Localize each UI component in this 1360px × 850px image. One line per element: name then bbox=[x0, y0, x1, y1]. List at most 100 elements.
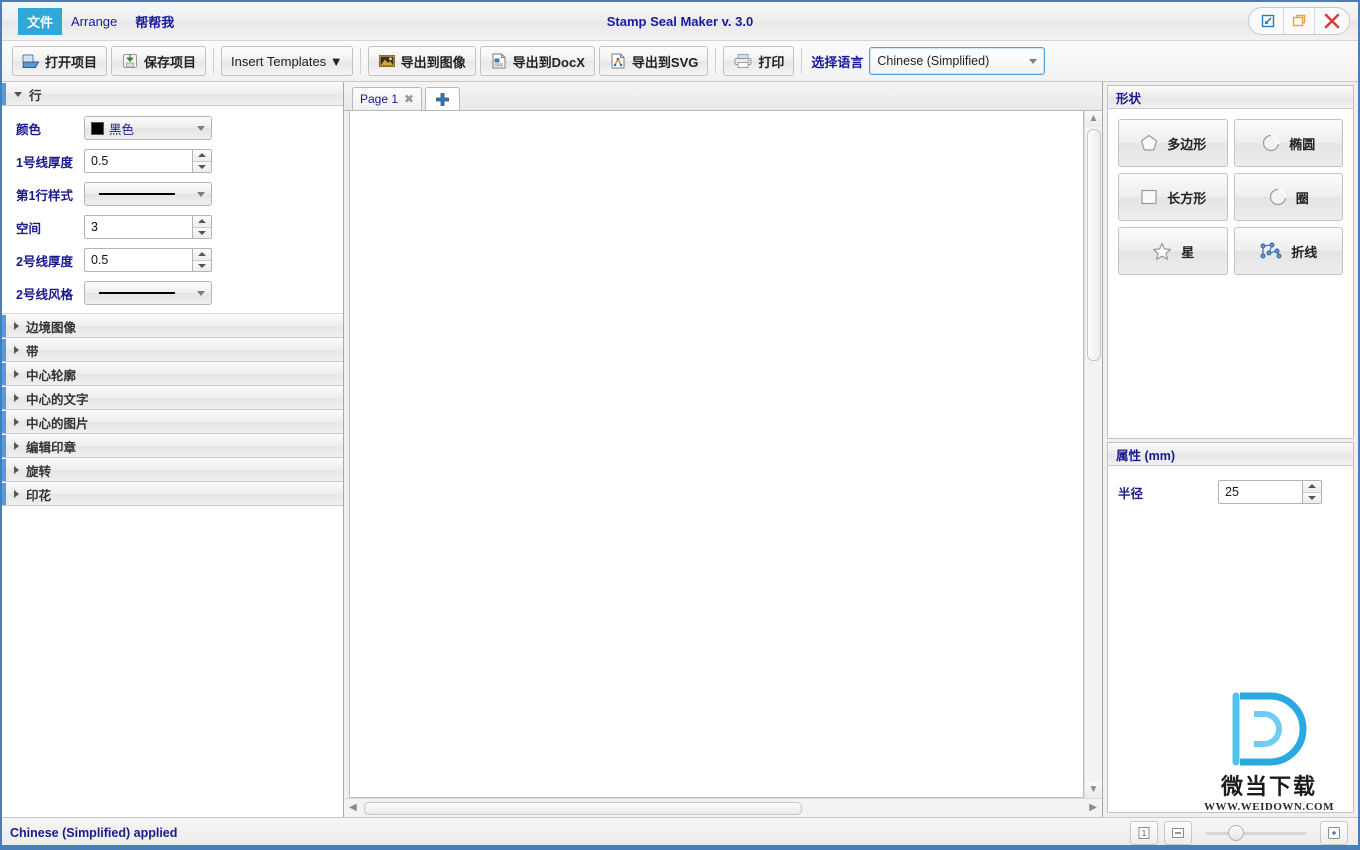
accordion-header-band[interactable]: 带 bbox=[2, 338, 343, 362]
shapes-grid: 多边形 椭圆 长方形 圈 星 折线 bbox=[1108, 109, 1353, 285]
spin-down-button[interactable] bbox=[193, 161, 211, 172]
status-bar: Chinese (Simplified) applied 1 bbox=[2, 817, 1358, 848]
line2-thickness-stepper[interactable]: 0.5 bbox=[84, 248, 212, 272]
actual-size-button[interactable]: 1 bbox=[1130, 821, 1158, 845]
chevron-right-icon bbox=[14, 490, 19, 498]
zoom-reset-button[interactable] bbox=[1320, 821, 1348, 845]
chevron-right-icon bbox=[14, 322, 19, 330]
vertical-scroll-thumb[interactable] bbox=[1086, 129, 1101, 361]
line2-style-select[interactable] bbox=[84, 281, 212, 305]
maximize-button[interactable] bbox=[1284, 8, 1315, 34]
accordion-body-line: 颜色 黑色 1号线厚度 0.5 第1行样式 空间 3 2号线厚度 0.5 2号线… bbox=[2, 106, 343, 314]
shape-circle-button[interactable]: 圈 bbox=[1233, 173, 1343, 221]
minimize-arrow-icon bbox=[1261, 14, 1275, 28]
page-one-icon: 1 bbox=[1138, 827, 1150, 839]
chevron-down-icon bbox=[197, 191, 205, 197]
chevron-down-icon bbox=[197, 125, 205, 131]
color-select[interactable]: 黑色 bbox=[84, 116, 212, 140]
window-bottom-accent bbox=[2, 845, 1358, 848]
form-row-line1-thickness: 1号线厚度 0.5 bbox=[16, 147, 333, 175]
plus-icon bbox=[436, 92, 450, 106]
menu-item-arrange[interactable]: Arrange bbox=[62, 10, 126, 33]
accordion-header-center-outline[interactable]: 中心轮廓 bbox=[2, 362, 343, 386]
chevron-left-icon[interactable]: ◀ bbox=[349, 803, 357, 813]
spin-up-button[interactable] bbox=[193, 249, 211, 261]
space-input[interactable]: 3 bbox=[84, 215, 192, 239]
shape-polygon-button[interactable]: 多边形 bbox=[1118, 119, 1228, 167]
chevron-down-icon bbox=[197, 290, 205, 296]
accordion-header-edit-stamp[interactable]: 编辑印章 bbox=[2, 434, 343, 458]
accordion-header-line[interactable]: 行 bbox=[2, 82, 343, 106]
line1-thickness-stepper[interactable]: 0.5 bbox=[84, 149, 212, 173]
accordion-label: 编辑印章 bbox=[26, 440, 77, 455]
spin-up-button[interactable] bbox=[1303, 481, 1321, 493]
document-area: Page 1 ✖ ▲ ▼ ◀ ▶ bbox=[344, 82, 1102, 817]
line2-thickness-input[interactable]: 0.5 bbox=[84, 248, 192, 272]
language-select[interactable]: Chinese (Simplified) bbox=[869, 47, 1046, 75]
shape-ellipse-label: 椭圆 bbox=[1289, 136, 1316, 152]
canvas-horizontal-scrollbar[interactable]: ◀ ▶ bbox=[344, 798, 1102, 817]
design-canvas[interactable] bbox=[349, 111, 1084, 798]
export-image-button[interactable]: 导出到图像 bbox=[367, 46, 476, 76]
chevron-down-icon bbox=[14, 91, 22, 97]
toolbar-separator bbox=[801, 48, 803, 74]
accordion-header-center-text[interactable]: 中心的文字 bbox=[2, 386, 343, 410]
shape-star-button[interactable]: 星 bbox=[1118, 227, 1228, 275]
chevron-right-icon bbox=[14, 394, 19, 402]
title-bar: 文件 Arrange 帮帮我 Stamp Seal Maker v. 3.0 bbox=[2, 2, 1358, 41]
space-stepper[interactable]: 3 bbox=[84, 215, 212, 239]
scroll-up-button[interactable]: ▲ bbox=[1085, 111, 1102, 127]
line1-style-select[interactable] bbox=[84, 182, 212, 206]
add-page-button[interactable] bbox=[425, 87, 461, 110]
accordion-header-rotate[interactable]: 旋转 bbox=[2, 458, 343, 482]
save-project-button[interactable]: 保存项目 bbox=[111, 46, 207, 76]
vertical-scroll-track[interactable] bbox=[1085, 363, 1102, 782]
triangle-down-icon bbox=[198, 263, 206, 268]
pentagon-icon bbox=[1141, 134, 1158, 151]
zoom-slider[interactable] bbox=[1206, 822, 1306, 844]
close-button[interactable] bbox=[1315, 8, 1349, 34]
export-docx-button[interactable]: 导出到DocX bbox=[479, 46, 595, 76]
export-svg-button[interactable]: 导出到SVG bbox=[598, 46, 709, 76]
open-project-button[interactable]: 打开项目 bbox=[12, 46, 108, 76]
spin-down-button[interactable] bbox=[1303, 492, 1321, 503]
shape-rectangle-button[interactable]: 长方形 bbox=[1118, 173, 1228, 221]
save-project-label: 保存项目 bbox=[144, 54, 197, 70]
minimize-button[interactable] bbox=[1249, 8, 1284, 34]
spin-down-button[interactable] bbox=[193, 227, 211, 238]
language-select-value: Chinese (Simplified) bbox=[877, 54, 990, 68]
scroll-down-button[interactable]: ▼ bbox=[1085, 782, 1102, 798]
main-body: 行 颜色 黑色 1号线厚度 0.5 第1行样式 空间 3 2号线厚度 0.5 2… bbox=[2, 82, 1358, 817]
canvas-vertical-scrollbar[interactable]: ▲ ▼ bbox=[1084, 111, 1102, 798]
spin-up-button[interactable] bbox=[193, 150, 211, 162]
radius-stepper[interactable]: 25 bbox=[1218, 480, 1322, 504]
menu-item-file[interactable]: 文件 bbox=[18, 7, 63, 35]
shape-star-label: 星 bbox=[1181, 244, 1195, 260]
tab-page-1[interactable]: Page 1 ✖ bbox=[352, 87, 423, 110]
color-swatch bbox=[91, 121, 104, 135]
chevron-right-icon[interactable]: ▶ bbox=[1089, 803, 1097, 813]
close-icon[interactable]: ✖ bbox=[404, 92, 414, 106]
accordion-header-print-pattern[interactable]: 印花 bbox=[2, 482, 343, 506]
fit-page-button[interactable] bbox=[1164, 821, 1192, 845]
spin-down-button[interactable] bbox=[193, 260, 211, 271]
zoom-slider-handle[interactable] bbox=[1228, 825, 1244, 841]
shapes-section-filler bbox=[1108, 285, 1353, 438]
print-button[interactable]: 打印 bbox=[723, 46, 795, 76]
chevron-up-icon: ▲ bbox=[1088, 113, 1099, 124]
radius-input[interactable]: 25 bbox=[1218, 480, 1302, 504]
window-title: Stamp Seal Maker v. 3.0 bbox=[606, 13, 754, 29]
shape-ellipse-button[interactable]: 椭圆 bbox=[1233, 119, 1343, 167]
accordion-header-center-image[interactable]: 中心的图片 bbox=[2, 410, 343, 434]
accordion-header-border-image[interactable]: 边境图像 bbox=[2, 314, 343, 338]
toolbar-separator bbox=[359, 48, 361, 74]
spin-up-button[interactable] bbox=[193, 216, 211, 228]
zoom-plus-icon bbox=[1328, 827, 1340, 839]
menu-item-help[interactable]: 帮帮我 bbox=[126, 8, 183, 35]
line1-thickness-input[interactable]: 0.5 bbox=[84, 149, 192, 173]
shape-polyline-button[interactable]: 折线 bbox=[1233, 227, 1343, 275]
properties-section: 属性 (mm) 半径 25 bbox=[1107, 442, 1354, 813]
horizontal-scroll-thumb[interactable] bbox=[363, 801, 802, 815]
insert-templates-button[interactable]: Insert Templates ▼ bbox=[221, 46, 353, 76]
open-folder-icon bbox=[22, 54, 40, 68]
